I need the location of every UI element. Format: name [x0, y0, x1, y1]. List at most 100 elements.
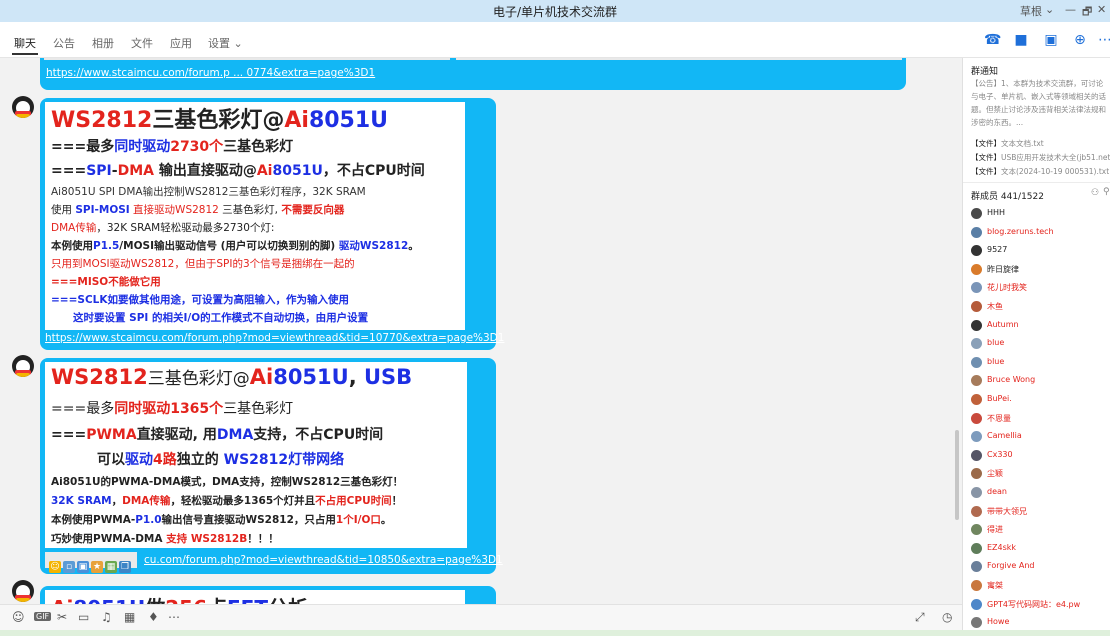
- emoji-icon[interactable]: ☺: [49, 561, 61, 573]
- member-item[interactable]: Bruce Wong: [971, 373, 1110, 389]
- phone-icon[interactable]: ☎: [984, 32, 1001, 48]
- message-bubble[interactable]: https://www.stcaimcu.com/forum.p ... 077…: [40, 58, 906, 90]
- search-icon[interactable]: ⚲: [1103, 187, 1110, 197]
- message-link[interactable]: https://www.stcaimcu.com/forum.php?mod=v…: [45, 332, 504, 344]
- screen-share-icon[interactable]: ▣: [1043, 32, 1059, 48]
- card-line: 这时要设置 SPI 的相关I/O的工作模式不自动切换，由用户设置: [73, 312, 369, 324]
- card-title: WS2812三基色彩灯@Ai8051U, USB: [51, 365, 413, 389]
- image-icon[interactable]: ▦: [124, 610, 135, 624]
- card-title: WS2812三基色彩灯@Ai8051U: [51, 108, 389, 133]
- avatar[interactable]: [12, 355, 34, 377]
- save-icon[interactable]: ▫: [63, 561, 75, 573]
- card-line: ===PWMA直接驱动, 用DMA支持，不占CPU时间: [51, 427, 384, 443]
- member-name: 寓桀: [987, 581, 1003, 590]
- chat-scrollbar[interactable]: [955, 430, 959, 520]
- gif-icon[interactable]: GIF: [34, 612, 52, 621]
- message-link[interactable]: cu.com/forum.php?mod=viewthread&tid=1085…: [144, 554, 503, 566]
- bell-icon[interactable]: ♦: [148, 610, 159, 624]
- notice-line[interactable]: 题。但禁止讨论涉及违背相关法律法规和: [971, 104, 1106, 115]
- member-item[interactable]: 9527: [971, 243, 1110, 259]
- tab-announcement[interactable]: 公告: [53, 35, 75, 51]
- member-item[interactable]: Autumn: [971, 318, 1110, 334]
- notice-line[interactable]: 涉密的东西。...: [971, 117, 1023, 128]
- file-item[interactable]: 【文件】文本文档.txt: [971, 138, 1044, 149]
- members-header: 群成员 441/1522: [971, 192, 1044, 202]
- member-item[interactable]: Howe: [971, 615, 1110, 630]
- member-item[interactable]: 木鱼: [971, 299, 1110, 315]
- member-item[interactable]: HHH: [971, 206, 1110, 222]
- message-bubble[interactable]: WS2812三基色彩灯@Ai8051U ===最多同时驱动2730个三基色彩灯 …: [40, 98, 504, 350]
- history-icon[interactable]: ◷: [942, 610, 952, 624]
- screenshot-icon[interactable]: ▣: [77, 561, 89, 573]
- emoji-icon[interactable]: ☺: [12, 610, 25, 624]
- member-item[interactable]: Cx330: [971, 448, 1110, 464]
- notice-line[interactable]: 与电子、单片机、嵌入式等领域相关的话: [971, 91, 1106, 102]
- input-area-strip[interactable]: [0, 630, 1110, 636]
- scissors-icon[interactable]: ✂: [57, 610, 67, 624]
- tab-chat[interactable]: 聊天: [14, 35, 36, 51]
- member-item[interactable]: Forgive And: [971, 559, 1110, 575]
- member-item[interactable]: 寓桀: [971, 578, 1110, 594]
- member-item[interactable]: blog.zeruns.tech: [971, 225, 1110, 241]
- member-name: Bruce Wong: [987, 375, 1036, 385]
- tab-settings[interactable]: 设置 ⌄: [208, 35, 243, 51]
- copy-icon[interactable]: ❐: [119, 561, 131, 573]
- message-card: [44, 58, 450, 60]
- video-icon[interactable]: ■: [1013, 32, 1029, 48]
- member-item[interactable]: EZ4skk: [971, 541, 1110, 557]
- member-item[interactable]: 不恩量: [971, 411, 1110, 427]
- member-name: EZ4skk: [987, 542, 1017, 552]
- folder-icon[interactable]: ▭: [78, 610, 89, 624]
- member-item[interactable]: blue: [971, 336, 1110, 352]
- input-toolbar: ☺ GIF ✂ ▭ ♫ ▦ ♦ ⋯ ⤢ ◷: [0, 604, 962, 630]
- member-item[interactable]: 带带大领兄: [971, 504, 1110, 520]
- minimize-button[interactable]: —: [1065, 3, 1076, 16]
- message-bubble[interactable]: WS2812三基色彩灯@Ai8051U, USB ===最多同时驱动1365个三…: [40, 358, 503, 574]
- expand-icon[interactable]: ⤢: [915, 610, 925, 625]
- member-item[interactable]: blue: [971, 355, 1110, 371]
- member-item[interactable]: 昨日旋律: [971, 262, 1110, 278]
- tab-apps[interactable]: 应用: [170, 35, 192, 51]
- favorite-icon[interactable]: ★: [91, 561, 103, 573]
- close-button[interactable]: ✕: [1097, 3, 1106, 16]
- member-item[interactable]: 花儿时我笑: [971, 280, 1110, 296]
- more-icon[interactable]: ⋯: [168, 610, 180, 624]
- member-name: 木鱼: [987, 302, 1003, 311]
- card-line: Ai8051U的PWMA-DMA模式，DMA支持，控制WS2812三基色彩灯！: [51, 476, 404, 488]
- member-name: 花儿时我笑: [987, 283, 1027, 293]
- tab-bar: 聊天 公告 相册 文件 应用 设置 ⌄ ☎ ■ ▣ ⊕ ⋯: [0, 22, 1110, 58]
- add-member-icon[interactable]: ⚇: [1091, 188, 1099, 198]
- message-link[interactable]: https://www.stcaimcu.com/forum.p ... 077…: [46, 67, 375, 79]
- status-dropdown-icon[interactable]: ⌄: [1045, 3, 1054, 16]
- file-item[interactable]: 【文件】文本(2024-10-19 000531).txt: [971, 166, 1109, 177]
- add-icon[interactable]: ⊕: [1072, 32, 1088, 48]
- card-title: Ai8051U做256点FFT分析: [51, 592, 308, 604]
- member-name: 不恩量: [987, 413, 1011, 423]
- member-item[interactable]: GPT4写代码网站：e4.pw: [971, 597, 1110, 613]
- member-name: GPT4写代码网站：e4.pw: [987, 599, 1081, 609]
- card-line: ===最多同时驱动2730个三基色彩灯: [51, 139, 294, 155]
- file-item[interactable]: 【文件】USB应用开发技术大全(jb51.net: [971, 152, 1110, 163]
- avatar[interactable]: [12, 96, 34, 118]
- restore-button[interactable]: 🗗: [1082, 3, 1092, 22]
- member-item[interactable]: 得进: [971, 522, 1110, 538]
- member-item[interactable]: 尘颖: [971, 466, 1110, 482]
- tab-album[interactable]: 相册: [92, 35, 114, 51]
- user-status-label[interactable]: 草根: [1020, 3, 1042, 19]
- message-bubble[interactable]: Ai8051U做256点FFT分析: [40, 586, 496, 604]
- member-item[interactable]: BuPei.: [971, 392, 1110, 408]
- music-icon[interactable]: ♫: [101, 610, 112, 624]
- divider: [963, 182, 1110, 183]
- more-icon[interactable]: ⋯: [1097, 32, 1110, 48]
- member-item[interactable]: dean: [971, 485, 1110, 501]
- tab-files[interactable]: 文件: [131, 35, 153, 51]
- notice-line[interactable]: 【公告】1、本群为技术交流群，可讨论: [971, 78, 1103, 89]
- member-avatar: [971, 356, 982, 368]
- chat-message-area[interactable]: https://www.stcaimcu.com/forum.p ... 077…: [0, 58, 962, 604]
- member-avatar: [971, 561, 982, 573]
- image-icon[interactable]: ▦: [105, 561, 117, 573]
- member-name: 9527: [987, 245, 1008, 255]
- avatar[interactable]: [12, 580, 34, 602]
- member-item[interactable]: Camellia: [971, 429, 1110, 445]
- member-name: Autumn: [987, 319, 1019, 329]
